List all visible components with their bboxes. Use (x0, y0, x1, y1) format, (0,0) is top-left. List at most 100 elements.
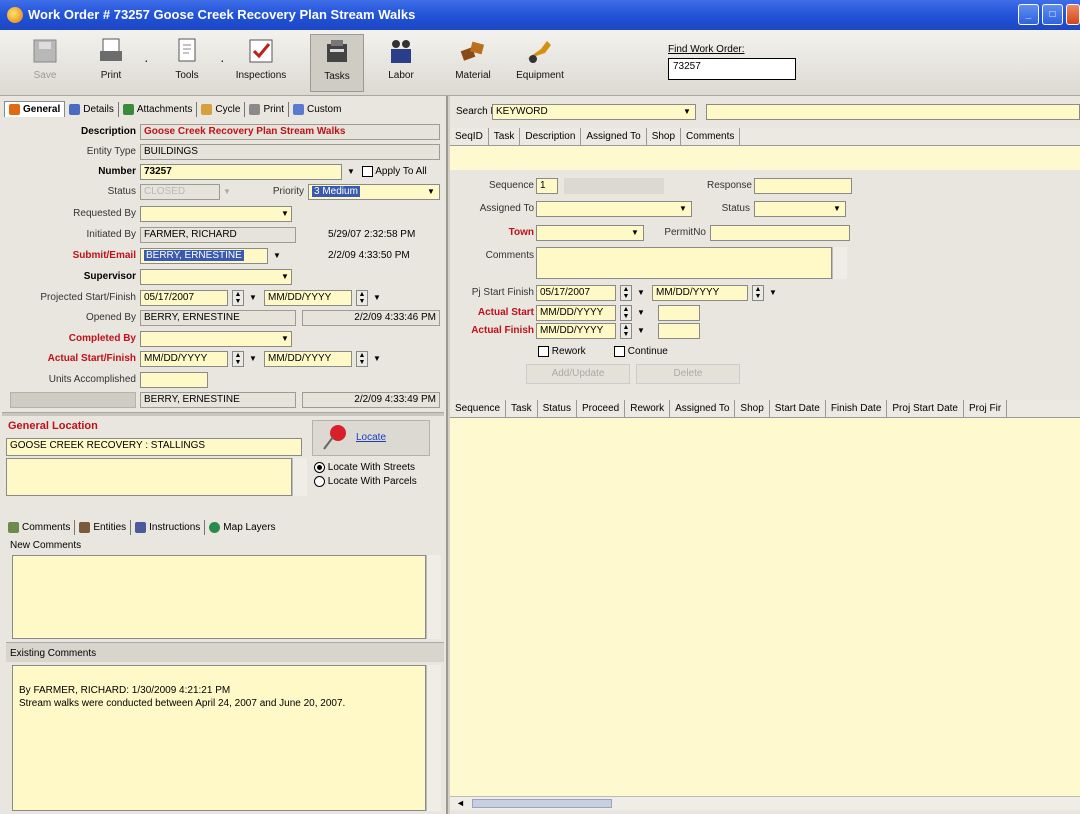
add-update-button[interactable]: Add/Update (526, 364, 630, 384)
scroll-left-icon[interactable]: ◄ (456, 798, 465, 808)
pushpin-icon[interactable] (320, 422, 350, 455)
town-dropdown-icon[interactable]: ▼ (628, 226, 642, 240)
close-button[interactable] (1066, 4, 1080, 25)
col-proceed[interactable]: Proceed (577, 400, 626, 417)
sequence-input[interactable]: 1 (536, 178, 558, 194)
labor-button[interactable]: Labor (374, 34, 428, 81)
projected-finish-calendar-icon[interactable]: ▼ (370, 291, 384, 305)
task-actual-finish-input[interactable]: MM/DD/YYYY (536, 323, 616, 339)
result-grid-hscrollbar[interactable]: ◄ (450, 796, 1080, 810)
tab-print[interactable]: Print (245, 101, 289, 117)
task-actual-finish-calendar-icon[interactable]: ▼ (634, 324, 648, 338)
pj-start-calendar-icon[interactable]: ▼ (634, 286, 648, 300)
col-description[interactable]: Description (520, 128, 582, 145)
task-actual-start-time[interactable] (658, 305, 700, 321)
tab-instructions[interactable]: Instructions (131, 519, 206, 535)
priority-dropdown-icon[interactable]: ▼ (424, 185, 438, 199)
search-by-dropdown-icon[interactable]: ▼ (680, 105, 694, 119)
result-grid-body[interactable] (450, 418, 1080, 796)
new-comments-scrollbar[interactable] (426, 555, 441, 639)
col-seqid[interactable]: SeqID (450, 128, 489, 145)
actual-start-input[interactable]: MM/DD/YYYY (140, 351, 228, 367)
col-shop[interactable]: Shop (647, 128, 682, 145)
task-status-dropdown-icon[interactable]: ▼ (830, 202, 844, 216)
projected-finish-input[interactable]: MM/DD/YYYY (264, 290, 352, 306)
tasks-button[interactable]: Tasks (310, 34, 364, 92)
col-task[interactable]: Task (489, 128, 521, 145)
col-comments[interactable]: Comments (681, 128, 741, 145)
col-result-assigned-to[interactable]: Assigned To (670, 400, 736, 417)
general-location-field[interactable]: GOOSE CREEK RECOVERY : STALLINGS (6, 438, 302, 456)
continue-checkbox[interactable]: Continue (614, 346, 668, 357)
task-actual-start-spinner[interactable]: ▲ ▼ (620, 305, 632, 321)
apply-to-all-checkbox[interactable]: Apply To All (362, 166, 427, 177)
task-actual-finish-time[interactable] (658, 323, 700, 339)
tools-dropdown-icon[interactable]: · (220, 52, 225, 68)
number-field[interactable]: 73257 (140, 164, 342, 180)
material-button[interactable]: Material (446, 34, 500, 81)
priority-select[interactable]: 3 Medium (308, 184, 440, 200)
requested-by-dropdown-icon[interactable]: ▼ (278, 207, 292, 221)
col-status[interactable]: Status (538, 400, 577, 417)
existing-comments-scrollbar[interactable] (426, 665, 441, 811)
tab-custom[interactable]: Custom (289, 102, 345, 117)
actual-finish-spinner[interactable]: ▲ ▼ (356, 351, 368, 367)
tab-details[interactable]: Details (65, 101, 119, 117)
actual-start-calendar-icon[interactable]: ▼ (246, 352, 260, 366)
assigned-to-dropdown-icon[interactable]: ▼ (676, 202, 690, 216)
col-sequence[interactable]: Sequence (450, 400, 507, 417)
actual-finish-calendar-icon[interactable]: ▼ (370, 352, 384, 366)
assigned-to-select[interactable] (536, 201, 692, 217)
pj-finish-calendar-icon[interactable]: ▼ (766, 286, 780, 300)
inspections-button[interactable]: Inspections (232, 34, 290, 81)
units-accomplished-input[interactable] (140, 372, 208, 388)
task-comments-textarea[interactable] (536, 247, 832, 279)
equipment-button[interactable]: Equipment (510, 34, 570, 81)
rework-checkbox[interactable]: Rework (538, 346, 586, 357)
search-by-select[interactable]: KEYWORD (492, 104, 696, 120)
save-button[interactable]: Save (18, 34, 72, 81)
task-comments-scrollbar[interactable] (832, 247, 847, 279)
scroll-thumb[interactable] (472, 799, 612, 808)
pj-finish-spinner[interactable]: ▲ ▼ (752, 285, 764, 301)
tab-cycle[interactable]: Cycle (197, 101, 246, 117)
description-field[interactable]: Goose Creek Recovery Plan Stream Walks (140, 124, 440, 140)
completed-by-select[interactable] (140, 331, 292, 347)
col-result-task[interactable]: Task (506, 400, 538, 417)
locate-with-parcels-radio[interactable]: Locate With Parcels (314, 476, 417, 487)
projected-start-spinner[interactable]: ▲ ▼ (232, 290, 244, 306)
col-result-shop[interactable]: Shop (735, 400, 770, 417)
maximize-button[interactable]: □ (1042, 4, 1063, 25)
col-start-date[interactable]: Start Date (770, 400, 826, 417)
tools-button[interactable]: Tools (160, 34, 214, 81)
response-input[interactable] (754, 178, 852, 194)
tab-attachments[interactable]: Attachments (119, 101, 198, 117)
number-dropdown-icon[interactable]: ▼ (344, 165, 358, 179)
search-input[interactable] (706, 104, 1080, 120)
col-proj-finish[interactable]: Proj Fir (964, 400, 1008, 417)
submit-email-dropdown-icon[interactable]: ▼ (270, 249, 284, 263)
completed-by-dropdown-icon[interactable]: ▼ (278, 332, 292, 346)
locate-with-streets-radio[interactable]: Locate With Streets (314, 462, 415, 473)
actual-start-spinner[interactable]: ▲ ▼ (232, 351, 244, 367)
col-rework[interactable]: Rework (625, 400, 671, 417)
permit-no-input[interactable] (710, 225, 850, 241)
location-scrollbar[interactable] (292, 458, 307, 496)
tab-map-layers[interactable]: Map Layers (205, 520, 279, 535)
pj-finish-input[interactable]: MM/DD/YYYY (652, 285, 748, 301)
location-notes[interactable] (6, 458, 292, 496)
projected-finish-spinner[interactable]: ▲ ▼ (356, 290, 368, 306)
projected-start-calendar-icon[interactable]: ▼ (246, 291, 260, 305)
tab-comments[interactable]: Comments (4, 519, 76, 535)
pj-start-spinner[interactable]: ▲ ▼ (620, 285, 632, 301)
task-actual-start-calendar-icon[interactable]: ▼ (634, 306, 648, 320)
submit-email-select[interactable]: BERRY, ERNESTINE (140, 248, 268, 264)
task-actual-start-input[interactable]: MM/DD/YYYY (536, 305, 616, 321)
tab-general[interactable]: General (4, 101, 66, 117)
delete-button[interactable]: Delete (636, 364, 740, 384)
col-finish-date[interactable]: Finish Date (826, 400, 888, 417)
task-grid-body[interactable] (450, 146, 1080, 170)
supervisor-dropdown-icon[interactable]: ▼ (278, 270, 292, 284)
requested-by-select[interactable] (140, 206, 292, 222)
col-assigned-to[interactable]: Assigned To (581, 128, 647, 145)
